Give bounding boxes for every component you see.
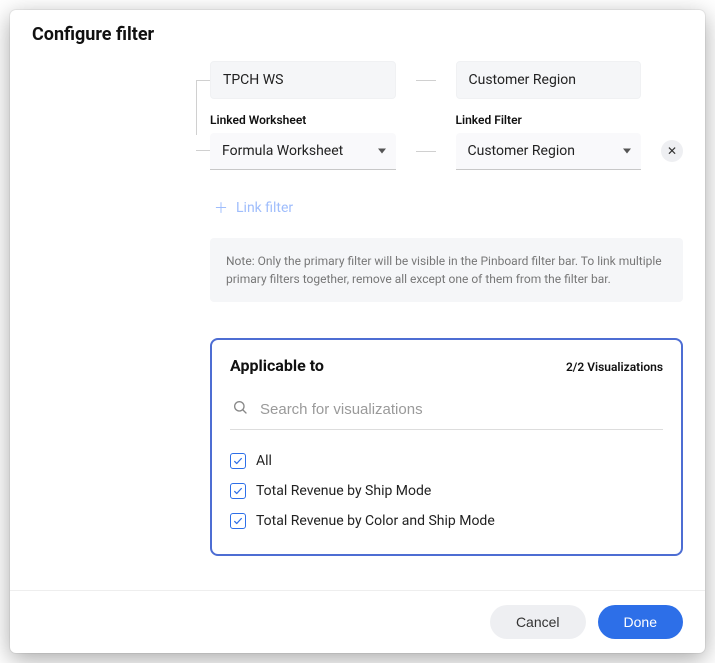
viz-item-label: All: [256, 453, 272, 469]
applicable-count: 2/2 Visualizations: [566, 360, 663, 374]
check-icon: [233, 516, 243, 526]
configure-filter-modal: Configure filter TPCH WS Customer Region: [10, 10, 705, 653]
primary-filter-value: Customer Region: [456, 61, 642, 99]
done-button[interactable]: Done: [598, 605, 683, 639]
viz-item-label: Total Revenue by Color and Ship Mode: [256, 513, 495, 529]
applicable-title: Applicable to: [230, 356, 324, 375]
close-icon: ✕: [667, 144, 677, 158]
search-icon: [232, 399, 248, 419]
checkbox-viz-1[interactable]: [230, 483, 246, 499]
applicable-header: Applicable to 2/2 Visualizations: [230, 356, 663, 375]
modal-body: TPCH WS Customer Region Linked Worksheet…: [10, 51, 705, 590]
primary-filter-row: TPCH WS Customer Region: [210, 61, 683, 99]
checkbox-all[interactable]: [230, 453, 246, 469]
linked-filter-label: Linked Filter: [456, 113, 642, 127]
visualization-search[interactable]: [230, 393, 663, 430]
add-link-filter-button[interactable]: ＋ Link filter: [210, 184, 297, 232]
check-icon: [233, 486, 243, 496]
linked-worksheet-label: Linked Worksheet: [210, 113, 396, 127]
add-link-label: Link filter: [236, 200, 293, 216]
viz-item-label: Total Revenue by Ship Mode: [256, 483, 431, 499]
remove-linked-filter-button[interactable]: ✕: [661, 140, 683, 162]
linked-filter-select[interactable]: Customer Region: [456, 133, 642, 170]
primary-worksheet-value: TPCH WS: [210, 61, 396, 99]
viz-item-1[interactable]: Total Revenue by Ship Mode: [230, 476, 663, 506]
link-filter-note: Note: Only the primary filter will be vi…: [210, 238, 683, 302]
modal-title: Configure filter: [32, 24, 683, 45]
linked-worksheet-select[interactable]: Formula Worksheet: [210, 133, 396, 170]
applicable-to-panel: Applicable to 2/2 Visualizations All: [210, 338, 683, 556]
linked-filter-row: Linked Worksheet Formula Worksheet Linke…: [210, 113, 683, 170]
visualization-search-input[interactable]: [258, 400, 661, 419]
check-icon: [233, 456, 243, 466]
viz-item-all[interactable]: All: [230, 446, 663, 476]
viz-item-2[interactable]: Total Revenue by Color and Ship Mode: [230, 506, 663, 536]
plus-icon: ＋: [214, 198, 228, 218]
checkbox-viz-2[interactable]: [230, 513, 246, 529]
modal-footer: Cancel Done: [10, 590, 705, 653]
modal-header: Configure filter: [10, 10, 705, 51]
cancel-button[interactable]: Cancel: [490, 605, 586, 639]
